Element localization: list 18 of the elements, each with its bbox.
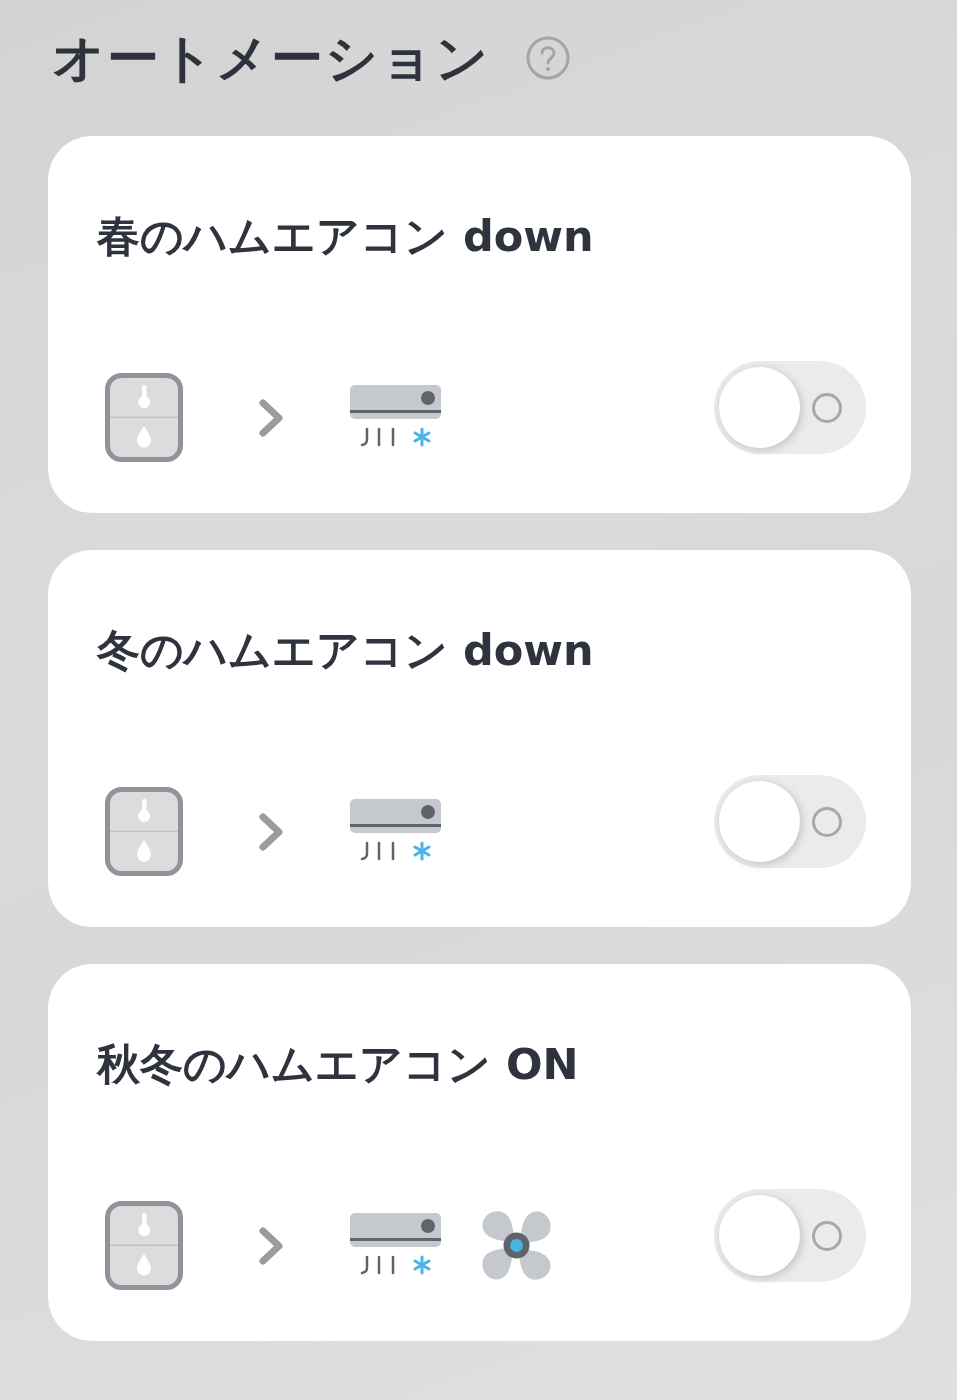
sensor-icon bbox=[105, 373, 183, 462]
ring-icon bbox=[812, 392, 842, 423]
automation-card[interactable]: 冬のハムエアコン down bbox=[48, 550, 911, 927]
sensor-icon bbox=[105, 787, 183, 876]
automation-card[interactable]: 秋冬のハムエアコン ON bbox=[48, 964, 911, 1341]
automation-card[interactable]: 春のハムエアコン down bbox=[48, 136, 911, 513]
automation-title: 秋冬のハムエアコン ON bbox=[97, 1038, 580, 1091]
page-title: オートメーション bbox=[52, 27, 490, 90]
ring-icon bbox=[812, 806, 842, 837]
automation-title: 春のハムエアコン down bbox=[97, 210, 595, 263]
fan-icon bbox=[480, 1209, 553, 1282]
ring-icon bbox=[812, 1220, 842, 1251]
chevron-icon bbox=[258, 1225, 285, 1266]
chevron-icon bbox=[258, 811, 285, 852]
automation-title: 冬のハムエアコン down bbox=[97, 624, 595, 677]
sensor-icon bbox=[105, 1201, 183, 1290]
chevron-icon bbox=[258, 397, 285, 438]
help-icon[interactable] bbox=[526, 36, 570, 80]
